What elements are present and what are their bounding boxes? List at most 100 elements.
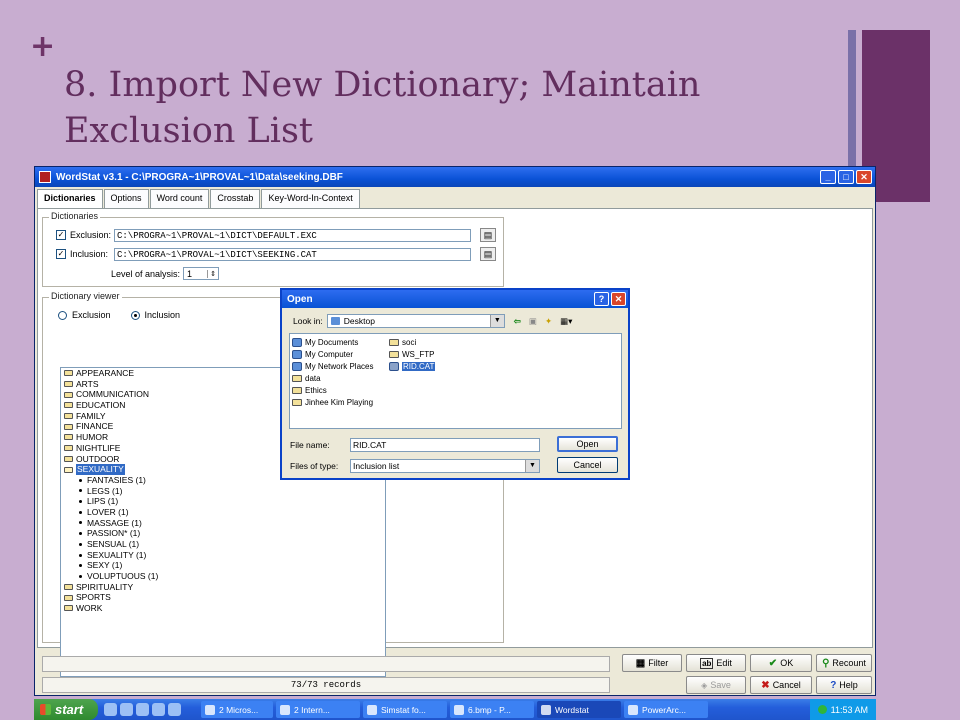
edit-button[interactable]: ab Edit: [686, 654, 746, 672]
folder-open-icon: [64, 466, 73, 473]
taskbar-item[interactable]: 2 Intern...: [276, 701, 360, 718]
folder-icon: [292, 387, 302, 394]
quick-launch-icon[interactable]: [120, 703, 133, 716]
paint-app-icon: [454, 704, 464, 715]
new-folder-icon[interactable]: ✦: [545, 316, 552, 327]
quick-launch-icon[interactable]: [104, 703, 117, 716]
file-item[interactable]: Jinhee Kim Playing: [292, 397, 373, 408]
back-arrow-icon[interactable]: ⇦: [514, 316, 521, 327]
bullet-icon: [79, 542, 82, 546]
file-item[interactable]: My Computer: [292, 349, 353, 360]
radio-exclusion-label[interactable]: Exclusion: [72, 310, 111, 320]
file-label: WS_FTP: [402, 350, 435, 359]
file-type-combo[interactable]: Inclusion list ▼: [350, 459, 540, 473]
tree-category-item[interactable]: SPIRITUALITY: [61, 582, 385, 593]
help-label: Help: [839, 680, 858, 690]
taskbar-item-active[interactable]: Wordstat: [537, 701, 621, 718]
file-item[interactable]: My Documents: [292, 337, 358, 348]
tree-word-item[interactable]: LEGS (1): [61, 486, 385, 497]
save-button[interactable]: ◈ Save: [686, 676, 746, 694]
up-folder-icon[interactable]: ▣: [529, 316, 537, 327]
maximize-button[interactable]: □: [838, 170, 854, 184]
start-button[interactable]: start: [34, 699, 98, 720]
clock[interactable]: 11:53 AM: [831, 705, 868, 715]
tree-word-item[interactable]: SEXUALITY (1): [61, 550, 385, 561]
tray-network-icon[interactable]: [817, 705, 827, 714]
cancel-x-icon: ✖: [761, 679, 770, 691]
help-button[interactable]: ? Help: [816, 676, 872, 694]
word-app-icon: [205, 704, 215, 715]
tab-crosstab[interactable]: Crosstab: [210, 189, 261, 208]
quick-launch-icon[interactable]: [152, 703, 165, 716]
file-item[interactable]: soci: [389, 337, 416, 348]
level-spinner[interactable]: 1 ⇕: [183, 267, 220, 280]
file-item[interactable]: data: [292, 373, 321, 384]
tree-category-item[interactable]: SPORTS: [61, 592, 385, 603]
tree-item-label: SENSUAL (1): [87, 539, 140, 549]
open-button[interactable]: Open: [557, 436, 618, 452]
cancel-button[interactable]: ✖ Cancel: [750, 676, 812, 694]
tree-item-label: SPIRITUALITY: [76, 581, 134, 592]
inclusion-browse-button[interactable]: ▤: [480, 247, 496, 261]
radio-inclusion[interactable]: [130, 310, 140, 320]
tab-word-count[interactable]: Word count: [149, 189, 210, 208]
chevron-down-icon[interactable]: ▼: [489, 315, 504, 327]
tree-item-label: SEXUALITY: [76, 464, 125, 475]
minimize-button[interactable]: _: [820, 170, 836, 184]
filter-button[interactable]: ▦ Filter: [622, 654, 682, 672]
close-button[interactable]: ✕: [856, 170, 872, 184]
tree-word-item[interactable]: LOVER (1): [61, 507, 385, 518]
file-label: data: [305, 374, 321, 383]
dialog-cancel-button[interactable]: Cancel: [557, 457, 618, 473]
open-dialog-titlebar[interactable]: Open ? ✕: [282, 290, 628, 308]
bullet-icon: [79, 532, 82, 536]
file-list[interactable]: My Documents My Computer My Network Plac…: [289, 333, 622, 429]
tree-word-item[interactable]: LIPS (1): [61, 496, 385, 507]
tab-dictionaries[interactable]: Dictionaries: [37, 189, 103, 209]
taskbar-item-label: Simstat fo...: [381, 704, 426, 715]
window-titlebar[interactable]: WordStat v3.1 - C:\PROGRA~1\PROVAL~1\Dat…: [35, 167, 875, 187]
look-in-combo[interactable]: Desktop ▼: [326, 314, 505, 328]
radio-exclusion[interactable]: [58, 310, 67, 320]
dialog-help-button[interactable]: ?: [594, 292, 609, 306]
quick-launch-icon[interactable]: [136, 703, 149, 716]
tree-word-item[interactable]: SEXY (1): [61, 560, 385, 571]
filter-label: Filter: [648, 658, 669, 668]
taskbar-item[interactable]: 6.bmp - P...: [450, 701, 534, 718]
exclusion-browse-button[interactable]: ▤: [480, 228, 496, 242]
tree-word-item[interactable]: PASSION* (1): [61, 528, 385, 539]
file-item[interactable]: WS_FTP: [389, 349, 434, 360]
tab-kwic[interactable]: Key-Word-In-Context: [261, 189, 360, 208]
system-tray: 11:53 AM: [809, 699, 876, 720]
exclusion-path-field[interactable]: C:\PROGRA~1\PROVAL~1\DICT\DEFAULT.EXC: [114, 228, 471, 242]
file-label: soci: [402, 338, 417, 347]
spinner-arrows-icon[interactable]: ⇕: [207, 269, 218, 278]
file-item[interactable]: Ethics: [292, 385, 327, 396]
quick-launch-icon[interactable]: [168, 703, 181, 716]
file-name-field[interactable]: RID.CAT: [350, 438, 540, 452]
tab-options[interactable]: Options: [103, 189, 149, 208]
inclusion-checkbox[interactable]: ✓: [56, 249, 66, 259]
file-item-selected[interactable]: RID.CAT: [389, 361, 436, 372]
taskbar-item[interactable]: PowerArc...: [624, 701, 708, 718]
save-icon: ◈: [701, 680, 708, 690]
recount-button[interactable]: ⚲ Recount: [816, 654, 872, 672]
exclusion-checkbox[interactable]: ✓: [56, 230, 66, 240]
tree-word-item[interactable]: VOLUPTUOUS (1): [61, 571, 385, 582]
taskbar-item[interactable]: Simstat fo...: [363, 701, 447, 718]
tree-word-item[interactable]: MASSAGE (1): [61, 518, 385, 529]
inclusion-path-field[interactable]: C:\PROGRA~1\PROVAL~1\DICT\SEEKING.CAT: [114, 247, 471, 261]
radio-inclusion-label[interactable]: Inclusion: [145, 310, 181, 320]
tree-word-item[interactable]: SENSUAL (1): [61, 539, 385, 550]
dialog-close-button[interactable]: ✕: [611, 292, 626, 306]
my-documents-icon: [292, 338, 302, 347]
file-item[interactable]: My Network Places: [292, 361, 373, 372]
tree-item-label: HUMOR: [76, 432, 109, 443]
view-menu-icon[interactable]: ▦▾: [560, 316, 572, 327]
ok-button[interactable]: ✔ OK: [750, 654, 812, 672]
tree-category-item[interactable]: WORK: [61, 603, 385, 614]
recount-label: Recount: [832, 658, 866, 668]
taskbar-item[interactable]: 2 Micros...: [201, 701, 273, 718]
chevron-down-icon[interactable]: ▼: [525, 460, 539, 472]
tree-item-label: APPEARANCE: [76, 368, 135, 378]
